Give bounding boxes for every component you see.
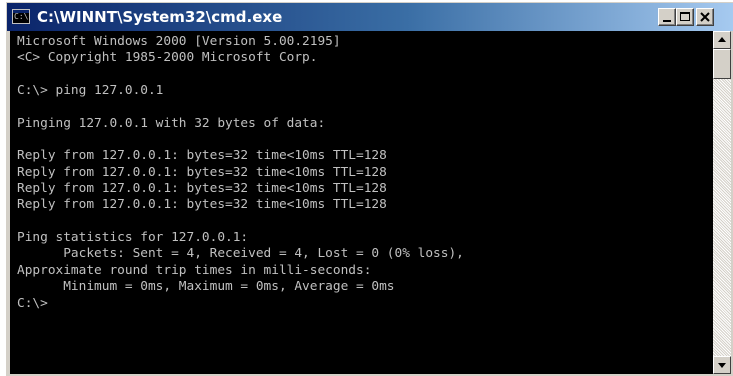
console-line: Approximate round trip times in milli-se… <box>17 262 372 278</box>
window-title: C:\WINNT\System32\cmd.exe <box>37 8 283 26</box>
scroll-up-button[interactable] <box>713 31 731 49</box>
minimize-button[interactable] <box>658 8 676 26</box>
console-line: C:\> <box>17 295 48 311</box>
console-line: Microsoft Windows 2000 [Version 5.00.219… <box>17 34 341 49</box>
title-bar[interactable]: C:\ C:\WINNT\System32\cmd.exe <box>7 3 733 31</box>
scroll-down-arrow-icon <box>718 363 726 368</box>
close-icon <box>700 12 710 22</box>
command-prompt-icon[interactable]: C:\ <box>12 9 30 24</box>
scroll-up-arrow-icon <box>718 37 726 42</box>
vertical-scrollbar[interactable] <box>713 31 731 374</box>
console-line: Reply from 127.0.0.1: bytes=32 time<10ms… <box>17 181 387 197</box>
minimize-icon <box>663 20 671 22</box>
scroll-down-button[interactable] <box>713 356 731 374</box>
console-line: Reply from 127.0.0.1: bytes=32 time<10ms… <box>17 197 387 213</box>
console-line: Ping statistics for 127.0.0.1: <box>17 230 249 246</box>
close-button[interactable] <box>696 8 714 26</box>
console-output[interactable]: Microsoft Windows 2000 [Version 5.00.219… <box>10 31 713 374</box>
console-line: Reply from 127.0.0.1: bytes=32 time<10ms… <box>17 164 387 180</box>
console-line: Minimum = 0ms, Maximum = 0ms, Average = … <box>17 279 395 295</box>
console-line: C:\> ping 127.0.0.1 <box>17 83 164 99</box>
console-line: Packets: Sent = 4, Received = 4, Lost = … <box>17 246 464 262</box>
console-window: C:\ C:\WINNT\System32\cmd.exe Microsoft … <box>6 2 733 376</box>
command-prompt-icon-text: C:\ <box>14 12 29 21</box>
maximize-button[interactable] <box>676 8 694 26</box>
scroll-thumb[interactable] <box>713 49 731 79</box>
maximize-icon <box>680 12 690 21</box>
console-line: <C> Copyright 1985-2000 Microsoft Corp. <box>17 50 318 66</box>
console-text: Microsoft Windows 2000 [Version 5.00.219… <box>10 31 713 312</box>
console-line: Reply from 127.0.0.1: bytes=32 time<10ms… <box>17 148 387 164</box>
console-line: Pinging 127.0.0.1 with 32 bytes of data: <box>17 115 326 131</box>
